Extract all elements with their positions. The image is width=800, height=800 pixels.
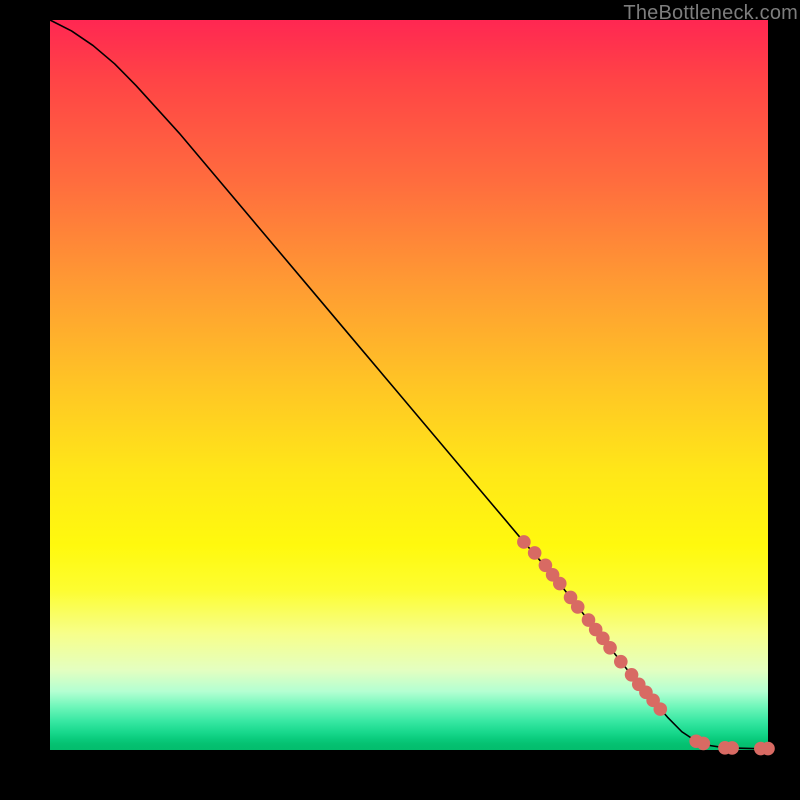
marker-point bbox=[725, 741, 739, 755]
marker-point bbox=[528, 546, 542, 560]
chart-frame: TheBottleneck.com bbox=[0, 0, 800, 800]
marker-point bbox=[761, 742, 775, 756]
marker-point bbox=[553, 577, 567, 591]
highlight-markers bbox=[517, 535, 775, 755]
chart-svg bbox=[50, 20, 768, 750]
marker-point bbox=[614, 655, 628, 669]
bottleneck-curve bbox=[50, 20, 768, 749]
marker-point bbox=[517, 535, 531, 549]
marker-point bbox=[697, 737, 711, 751]
plot-area: TheBottleneck.com bbox=[50, 20, 768, 750]
marker-point bbox=[571, 600, 585, 614]
marker-point bbox=[654, 702, 668, 716]
marker-point bbox=[603, 641, 617, 655]
